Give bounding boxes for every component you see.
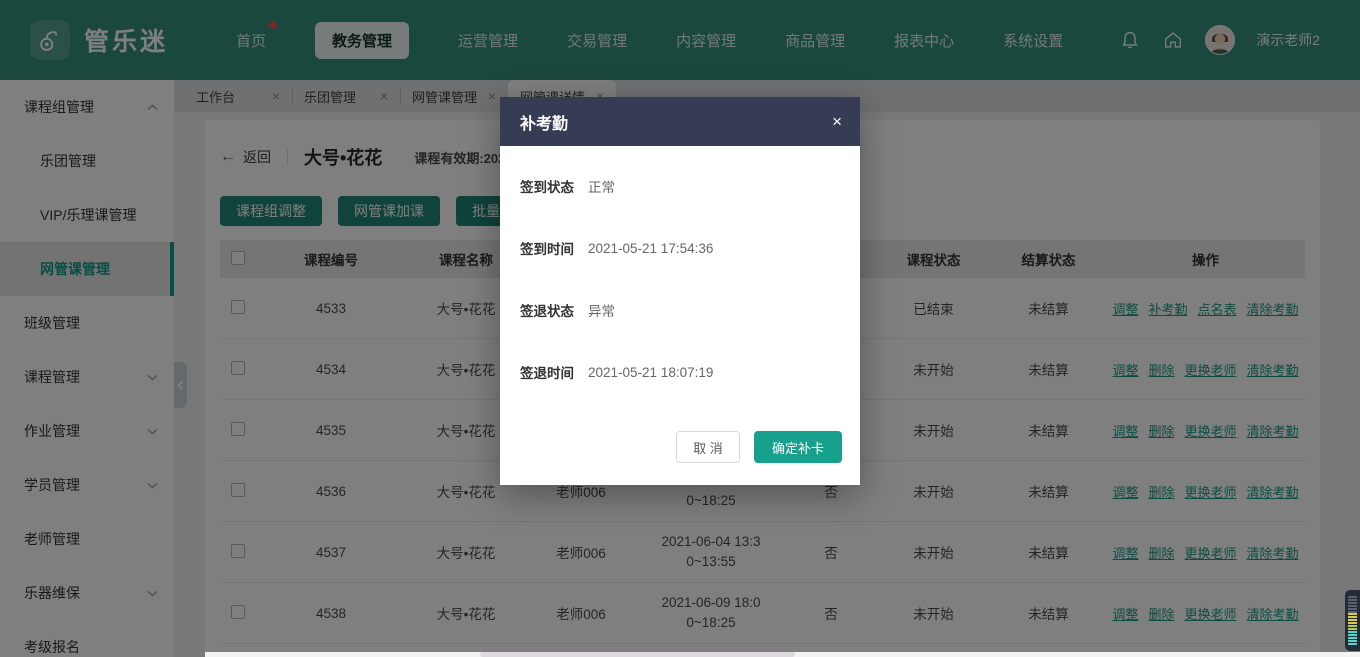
modal-title: 补考勤 bbox=[520, 110, 568, 134]
checkout-status-value: 异常 bbox=[588, 300, 615, 320]
checkin-time-label: 签到时间 bbox=[520, 238, 574, 258]
checkin-time-value: 2021-05-21 17:54:36 bbox=[588, 241, 713, 256]
checkout-status-label: 签退状态 bbox=[520, 300, 574, 320]
scrollbar-thumb[interactable] bbox=[480, 652, 795, 657]
close-icon[interactable]: × bbox=[832, 113, 842, 130]
confirm-makeup-button[interactable]: 确定补卡 bbox=[754, 431, 842, 463]
cancel-button[interactable]: 取 消 bbox=[676, 431, 740, 463]
horizontal-scrollbar[interactable] bbox=[205, 652, 1360, 657]
floating-devtools-widget[interactable] bbox=[1345, 590, 1360, 651]
checkout-time-value: 2021-05-21 18:07:19 bbox=[588, 365, 713, 380]
stripes-cyan bbox=[1348, 631, 1357, 645]
stripes-gray bbox=[1348, 596, 1357, 613]
checkout-time-label: 签退时间 bbox=[520, 362, 574, 382]
checkin-status-value: 正常 bbox=[588, 176, 615, 196]
stripes-yellow bbox=[1348, 613, 1357, 625]
checkin-status-label: 签到状态 bbox=[520, 176, 574, 196]
makeup-attendance-modal: 补考勤 × 签到状态 正常 签到时间 2021-05-21 17:54:36 签… bbox=[500, 97, 860, 485]
modal-header: 补考勤 × bbox=[500, 97, 860, 146]
